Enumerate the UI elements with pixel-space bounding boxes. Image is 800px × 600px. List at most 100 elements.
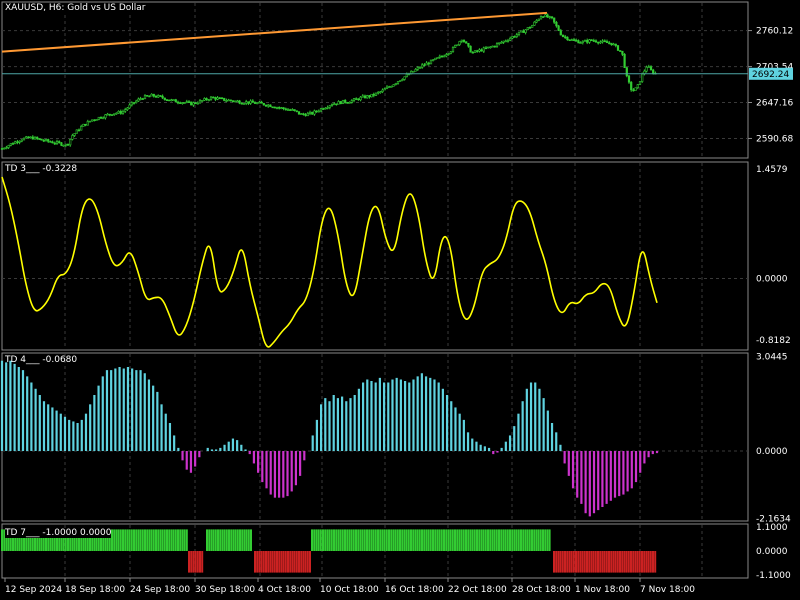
time-axis-label-2: 24 Sep 18:00	[130, 585, 190, 595]
price-candle	[3, 147, 6, 150]
price-candle	[273, 106, 276, 109]
price-candle	[80, 126, 83, 131]
price-candle	[187, 101, 191, 103]
price-candle	[313, 110, 316, 115]
price-candle	[460, 39, 463, 42]
price-candle	[623, 54, 626, 68]
price-candle	[434, 57, 437, 60]
td7-axis-tick-1: 0.0000	[756, 547, 788, 557]
price-pane-title-text: XAUUSD, H6: Gold vs US Dollar	[5, 3, 146, 13]
price-candle	[372, 93, 375, 96]
price-candle	[168, 99, 171, 102]
price-candle	[388, 86, 391, 88]
time-axis-label-8: 28 Oct 18:00	[512, 585, 571, 595]
price-candle	[555, 21, 558, 27]
price-candle	[335, 103, 338, 106]
price-candle	[88, 120, 92, 123]
price-candle	[234, 100, 237, 103]
price-candle	[520, 30, 523, 33]
price-candle	[66, 143, 70, 146]
price-axis-tick-3: 2590.68	[756, 134, 793, 144]
price-candle	[267, 104, 270, 107]
price-candle	[418, 67, 422, 69]
price-candle	[297, 111, 301, 115]
price-candle	[196, 102, 199, 105]
price-candle	[311, 111, 314, 115]
price-candle	[242, 103, 246, 105]
price-candle	[71, 135, 74, 140]
price-candle	[577, 40, 580, 44]
price-candle	[498, 42, 501, 45]
price-candle	[190, 101, 193, 106]
price-candle	[627, 75, 631, 83]
price-candle	[69, 139, 72, 146]
price-candle	[20, 139, 23, 142]
td4-pane-title: TD 4___ -0.0680	[5, 355, 77, 365]
price-candle	[645, 66, 648, 72]
price-candle	[564, 36, 567, 38]
price-candle	[84, 123, 87, 126]
price-candle	[333, 103, 336, 106]
price-candle	[229, 99, 232, 102]
td4-value: -0.0680	[42, 355, 78, 365]
price-candle	[425, 62, 428, 66]
price-candle	[566, 36, 569, 41]
price-candle	[176, 101, 180, 104]
price-candle	[432, 59, 435, 61]
price-candle	[621, 50, 624, 55]
price-candle	[73, 133, 76, 136]
price-candle	[504, 40, 507, 43]
price-candle	[49, 141, 52, 143]
chart-canvas[interactable]: 2760.122703.542647.162590.682692.241.457…	[0, 0, 800, 600]
mt-chart-window[interactable]: 2760.12 2703.54 2647.16 2590.68 2692.24 1.457…	[0, 0, 800, 600]
price-candle	[159, 95, 162, 97]
td4-axis-tick-0: 3.0445	[756, 352, 788, 362]
td7-pane-title: TD 7___ -1.0000 0.0000	[5, 528, 112, 538]
price-candle	[308, 111, 312, 114]
price-candle	[396, 81, 400, 84]
price-candle	[60, 142, 63, 146]
price-candle	[361, 95, 364, 98]
price-candle	[280, 107, 283, 109]
price-candle	[185, 101, 188, 103]
time-axis-label-9: 1 Nov 18:00	[575, 585, 630, 595]
price-candle	[608, 42, 611, 45]
price-candle	[289, 109, 292, 111]
price-candle	[423, 64, 426, 67]
price-pane-title: XAUUSD, H6: Gold vs US Dollar	[5, 3, 146, 13]
price-candle	[363, 95, 367, 99]
price-candle	[157, 95, 160, 98]
price-candle	[381, 89, 384, 92]
price-candle	[0, 148, 4, 150]
price-candle	[82, 123, 85, 127]
price-candle	[594, 40, 598, 43]
price-candle	[612, 43, 615, 46]
price-candle	[75, 129, 78, 134]
price-candle	[104, 114, 107, 119]
price-candle	[427, 62, 430, 65]
price-candle	[286, 109, 290, 111]
price-candle	[421, 64, 424, 68]
price-candle	[647, 66, 650, 68]
price-candle	[471, 51, 474, 54]
price-candle	[438, 55, 441, 58]
price-candle	[121, 111, 125, 114]
price-candle	[223, 97, 226, 101]
price-candle	[401, 79, 404, 81]
price-candle	[183, 102, 186, 104]
price-candle	[526, 27, 529, 31]
price-candle	[203, 98, 206, 101]
price-candle	[148, 95, 151, 98]
price-candle	[559, 30, 562, 36]
price-candle	[601, 40, 604, 43]
price-candle	[245, 101, 248, 104]
price-candle	[352, 98, 356, 101]
price-candle	[614, 43, 617, 46]
price-candle	[403, 76, 406, 80]
price-candle	[359, 96, 362, 101]
price-candle	[102, 117, 105, 120]
price-candle	[603, 40, 606, 43]
time-axis-label-7: 22 Oct 18:00	[448, 585, 507, 595]
price-candle	[586, 40, 589, 43]
price-candle	[14, 141, 17, 145]
